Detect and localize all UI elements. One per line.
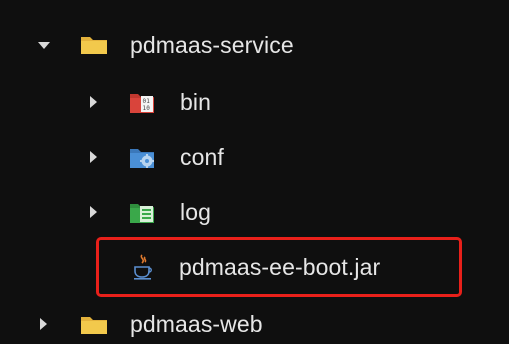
folder-icon xyxy=(80,33,108,61)
tree-item-label: pdmaas-service xyxy=(130,31,294,58)
tree-item-pdmaas-web[interactable]: pdmaas-web xyxy=(0,304,509,344)
chevron-right-icon[interactable] xyxy=(40,318,47,330)
tree-item-label: log xyxy=(180,198,211,225)
tree-item-pdmaas-service[interactable]: pdmaas-service xyxy=(0,25,509,65)
folder-icon xyxy=(80,313,108,341)
tree-item-label: pdmaas-web xyxy=(130,310,263,337)
log-folder-icon xyxy=(129,200,155,230)
tree-item-log[interactable]: log xyxy=(0,192,509,232)
chevron-right-icon[interactable] xyxy=(90,96,97,108)
tree-item-conf[interactable]: conf xyxy=(0,137,509,177)
chevron-down-icon[interactable] xyxy=(38,42,50,49)
svg-text:10: 10 xyxy=(143,105,151,112)
svg-text:01: 01 xyxy=(143,98,151,105)
binary-folder-icon: 01 10 xyxy=(129,90,155,120)
chevron-right-icon[interactable] xyxy=(90,206,97,218)
tree-item-bin[interactable]: 01 10 bin xyxy=(0,82,509,122)
file-tree: pdmaas-service 01 10 bin conf log pdmaas… xyxy=(0,0,509,337)
config-folder-icon xyxy=(129,145,155,175)
tree-item-label: bin xyxy=(180,88,211,115)
chevron-right-icon[interactable] xyxy=(90,151,97,163)
selection-highlight xyxy=(96,237,462,297)
tree-item-label: conf xyxy=(180,143,224,170)
